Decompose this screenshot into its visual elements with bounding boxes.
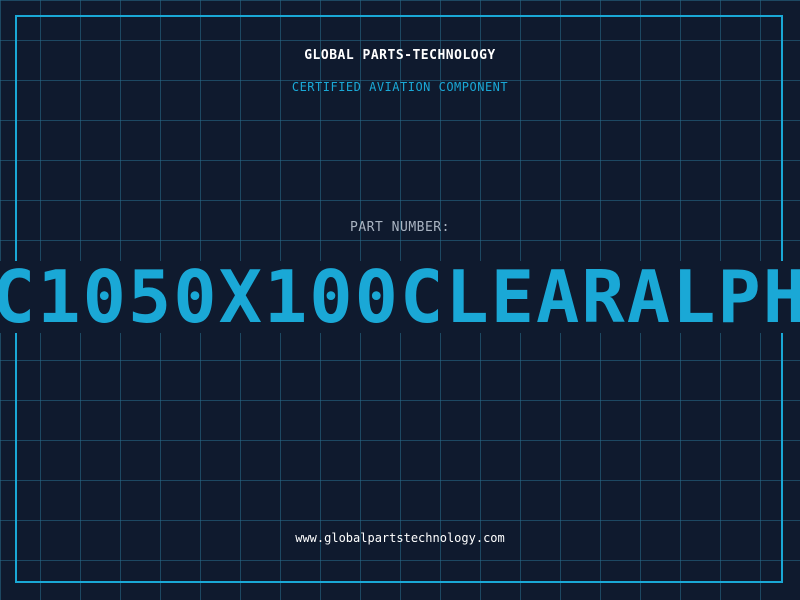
part-number-band: VC1050X100CLEARALPHA [0, 261, 800, 333]
certificate-canvas: GLOBAL PARTS-TECHNOLOGY CERTIFIED AVIATI… [0, 0, 800, 600]
part-number-value: VC1050X100CLEARALPHA [0, 261, 800, 333]
website-url[interactable]: www.globalpartstechnology.com [0, 531, 800, 545]
brand-subtitle: CERTIFIED AVIATION COMPONENT [291, 80, 509, 94]
part-number-label: PART NUMBER: [350, 220, 450, 235]
brand-title: GLOBAL PARTS-TECHNOLOGY [304, 48, 496, 63]
